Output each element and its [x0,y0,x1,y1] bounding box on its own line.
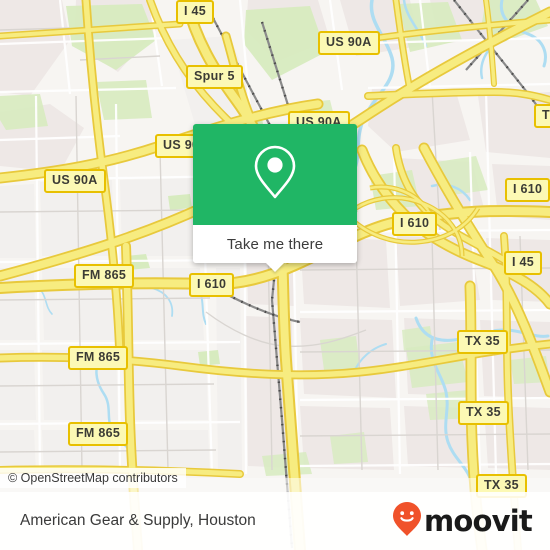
moovit-wordmark: moovit [424,503,533,538]
shield-fm-865-north: FM 865 [74,264,135,288]
moovit-brand-logo[interactable]: moovit [392,501,533,542]
shield-fm-865-mid: FM 865 [68,346,129,370]
shield-i-45-east: I 45 [504,251,543,275]
take-me-there-label: Take me there [226,235,324,253]
osm-attribution[interactable]: © OpenStreetMap contributors [0,468,186,488]
moovit-smiley-pin-icon [392,501,422,542]
shield-us-90a-northeast: US 90A [318,31,380,55]
shield-us-90a-west: US 90A [44,169,106,193]
shield-spur-5: Spur 5 [186,65,243,89]
place-title: American Gear & Supply, Houston [20,512,256,529]
callout-pointer-tail [266,263,284,272]
bottom-bar: American Gear & Supply, Houston moovit [0,492,550,550]
shield-i-45-north: I 45 [176,0,215,24]
map-pin-icon [252,143,298,206]
location-callout-card[interactable]: Take me there [193,124,357,272]
shield-fm-865-south: FM 865 [68,422,129,446]
shield-tx-edge-clipped: TX [534,104,550,128]
callout-image-area [193,124,357,225]
shield-i-610-west: I 610 [189,273,235,297]
map-screenshot-root: I 45US 90ASpur 5US 90AUS 90AUS 90ATXI 61… [0,0,550,550]
shield-i-610-east: I 610 [505,178,550,202]
shield-tx-35-north: TX 35 [457,330,508,354]
callout-action-area[interactable]: Take me there [193,225,357,272]
shield-i-610-center: I 610 [392,212,438,236]
shield-tx-35-south: TX 35 [458,401,509,425]
